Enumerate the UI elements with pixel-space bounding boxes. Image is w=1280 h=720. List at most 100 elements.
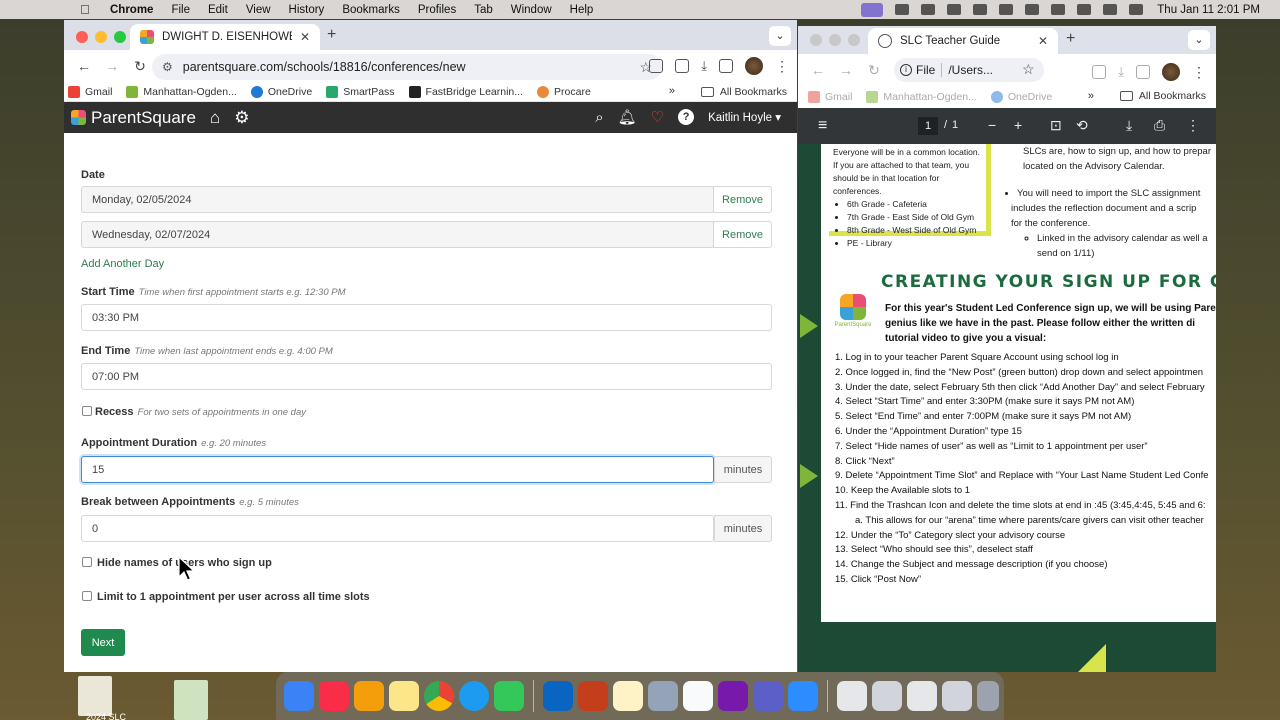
bookmark-fastbridge[interactable]: FastBridge Learnin... — [408, 85, 523, 98]
more-menu-icon[interactable]: ⋮ — [1186, 117, 1200, 134]
tab-search-icon[interactable]: ⌄ — [769, 26, 791, 46]
heart-icon[interactable]: ♡ — [651, 108, 664, 126]
extension-icon[interactable] — [649, 59, 664, 73]
all-bookmarks[interactable]: All Bookmarks — [700, 86, 787, 98]
more-menu-icon[interactable]: ⋮ — [775, 58, 789, 75]
puzzle-icon[interactable] — [675, 59, 690, 73]
search-icon[interactable] — [1103, 4, 1118, 15]
reload-icon[interactable]: ↻ — [866, 62, 882, 79]
info-icon[interactable]: i — [900, 64, 912, 76]
keynote-icon[interactable] — [354, 681, 384, 711]
bookmark-gmail[interactable]: Gmail — [808, 91, 852, 103]
preview-icon[interactable] — [648, 681, 678, 711]
outlook-icon[interactable] — [543, 681, 573, 711]
zoom-window-button[interactable] — [848, 34, 860, 46]
bookmarks-overflow[interactable]: » — [669, 85, 675, 97]
screen-share-icon[interactable] — [861, 2, 884, 17]
zoom-icon[interactable] — [788, 681, 818, 711]
help-icon[interactable]: ? — [678, 109, 695, 125]
tab-search-icon[interactable]: ⌄ — [1188, 30, 1210, 50]
minimize-window-button[interactable] — [95, 31, 107, 43]
bookmark-procare[interactable]: Procare — [537, 85, 591, 98]
teams-icon[interactable] — [753, 681, 783, 711]
profile-avatar[interactable] — [1162, 63, 1180, 81]
user-menu[interactable]: Kaitlin Hoyle ▾ — [708, 110, 781, 124]
desktop-file-icon[interactable] — [78, 676, 112, 716]
date-field-1[interactable]: Monday, 02/05/2024 — [81, 186, 714, 213]
hamburger-menu-icon[interactable]: ≡ — [818, 117, 827, 135]
menubar-clock[interactable]: Thu Jan 11 2:01 PM — [1157, 4, 1260, 16]
onenote-icon[interactable] — [718, 681, 748, 711]
bookmark-star-icon[interactable]: ☆ — [1022, 61, 1035, 78]
script-icon[interactable] — [683, 681, 713, 711]
appointment-duration-input[interactable]: 15 — [81, 456, 714, 483]
bookmark-onedrive[interactable]: OneDrive — [990, 91, 1052, 103]
side-panel-icon[interactable] — [719, 59, 733, 73]
window-thumbnail-icon[interactable] — [872, 681, 902, 711]
download-icon[interactable]: ⤓ — [1126, 117, 1132, 134]
menu-bookmarks[interactable]: Bookmarks — [342, 4, 400, 16]
battery-icon[interactable] — [1051, 4, 1066, 15]
limit-checkbox[interactable] — [82, 591, 92, 601]
tab-slc-guide[interactable]: SLC Teacher Guide ✕ — [868, 28, 1058, 54]
bookmark-manhattan[interactable]: Manhattan-Ogden... — [126, 85, 237, 98]
close-tab-icon[interactable]: ✕ — [300, 30, 310, 44]
bookmark-onedrive[interactable]: OneDrive — [250, 85, 312, 98]
close-window-button[interactable] — [76, 31, 88, 43]
forward-icon[interactable]: → — [838, 62, 854, 78]
desktop-file-icon[interactable] — [174, 680, 208, 720]
powerpoint-icon[interactable] — [578, 681, 608, 711]
pdf-page-input[interactable]: 1 — [918, 117, 938, 135]
status-icon-4[interactable] — [973, 4, 988, 15]
end-time-input[interactable]: 07:00 PM — [81, 363, 772, 390]
home-icon[interactable]: ⌂ — [210, 108, 220, 128]
new-tab-icon[interactable]: + — [1066, 30, 1075, 48]
back-icon[interactable]: ← — [810, 62, 826, 78]
window-thumbnail-icon[interactable] — [942, 681, 972, 711]
app-name[interactable]: ParentSquare — [91, 108, 196, 128]
music-icon[interactable] — [319, 681, 349, 711]
print-icon[interactable]: ⎙ — [1154, 117, 1165, 134]
break-input[interactable]: 0 — [81, 515, 714, 542]
start-time-input[interactable]: 03:30 PM — [81, 304, 772, 331]
status-icon-2[interactable] — [921, 4, 936, 15]
menu-history[interactable]: History — [289, 4, 325, 16]
recess-checkbox[interactable] — [82, 406, 92, 416]
bookmark-manhattan[interactable]: Manhattan-Ogden... — [866, 91, 977, 103]
site-info-icon[interactable]: ⚙ — [162, 60, 173, 74]
apple-icon[interactable]:  — [80, 2, 96, 17]
window-thumbnail-icon[interactable] — [837, 681, 867, 711]
volume-icon[interactable] — [999, 4, 1014, 15]
chrome-icon[interactable] — [424, 681, 454, 711]
menu-profiles[interactable]: Profiles — [418, 4, 456, 16]
download-icon[interactable]: ⤓ — [1118, 64, 1124, 80]
status-icon-3[interactable] — [947, 4, 962, 15]
zoom-window-button[interactable] — [114, 31, 126, 43]
notes-icon[interactable] — [389, 681, 419, 711]
address-bar[interactable]: ⚙ parentsquare.com/schools/18816/confere… — [152, 54, 662, 80]
add-another-day-link[interactable]: Add Another Day — [81, 258, 164, 270]
menu-file[interactable]: File — [171, 4, 190, 16]
close-tab-icon[interactable]: ✕ — [1038, 34, 1048, 48]
zoom-out-icon[interactable]: − — [988, 117, 996, 133]
fit-page-icon[interactable]: ⊡ — [1050, 117, 1062, 134]
close-window-button[interactable] — [810, 34, 822, 46]
date-field-2[interactable]: Wednesday, 02/07/2024 — [81, 221, 714, 248]
bluetooth-icon[interactable] — [1025, 4, 1040, 15]
tab-parentsquare[interactable]: DWIGHT D. EISENHOWER MI ✕ — [130, 24, 320, 50]
pdf-viewer[interactable]: Everyone will be in a common location. I… — [798, 144, 1216, 672]
trash-icon[interactable] — [977, 681, 999, 711]
bookmarks-overflow[interactable]: » — [1088, 90, 1094, 102]
bookmark-smartpass[interactable]: SmartPass — [326, 85, 395, 98]
next-button[interactable]: Next — [81, 629, 125, 656]
remove-date-1-button[interactable]: Remove — [713, 186, 772, 213]
remove-date-2-button[interactable]: Remove — [713, 221, 772, 248]
pages-icon[interactable] — [613, 681, 643, 711]
menu-help[interactable]: Help — [570, 4, 594, 16]
side-panel-icon[interactable] — [1136, 65, 1150, 79]
menu-app-name[interactable]: Chrome — [110, 4, 153, 16]
new-tab-icon[interactable]: + — [327, 26, 336, 44]
minimize-window-button[interactable] — [829, 34, 841, 46]
hide-names-checkbox[interactable] — [82, 557, 92, 567]
wifi-icon[interactable] — [1077, 4, 1092, 15]
